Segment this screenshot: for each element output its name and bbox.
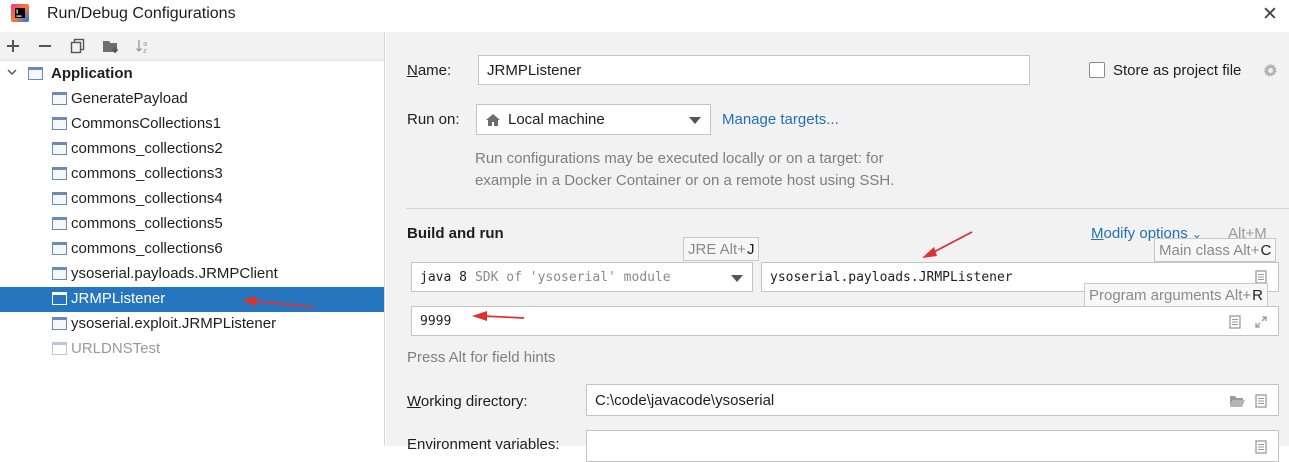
annotation-arrow-tree-item [242,296,315,308]
annotation-arrows [242,231,973,321]
annotation-arrow-program-args [472,311,525,321]
annotation-arrow-main-class [922,231,973,258]
